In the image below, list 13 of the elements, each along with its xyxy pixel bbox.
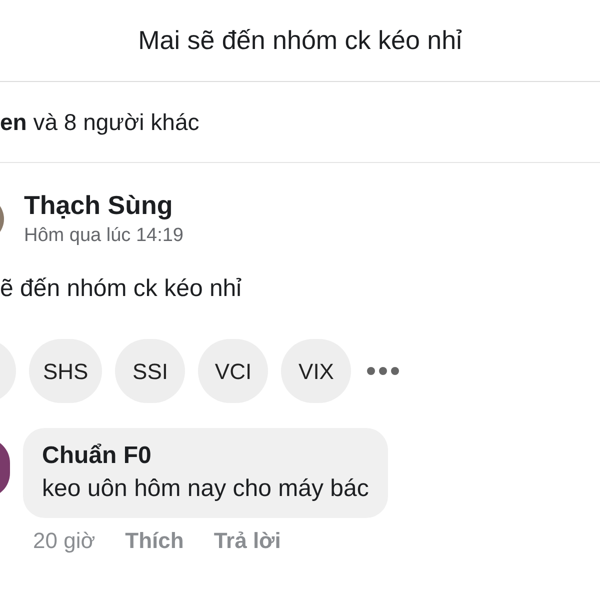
post-time: Hôm qua lúc 14:19	[24, 224, 184, 248]
tag-chip[interactable]: VIX	[281, 339, 352, 403]
tag-chip[interactable]: VCI	[198, 339, 268, 403]
comment-time: 20 giờ	[33, 527, 96, 555]
comment-author[interactable]: Chuẩn F0	[42, 440, 369, 472]
comment-text: keo uôn hôm nay cho máy bác	[42, 474, 369, 504]
author-name[interactable]: Thạch Sùng	[24, 188, 184, 222]
more-icon[interactable]	[366, 366, 400, 376]
tag-chip[interactable]: SHS	[29, 339, 102, 403]
reactions-summary[interactable]: en và 8 người khác	[0, 104, 200, 140]
post-text: ẽ đến nhóm ck kéo nhỉ	[0, 274, 242, 304]
page-title: Mai sẽ đến nhóm ck kéo nhỉ	[138, 24, 462, 57]
tag-chip[interactable]: SSI	[115, 339, 186, 403]
